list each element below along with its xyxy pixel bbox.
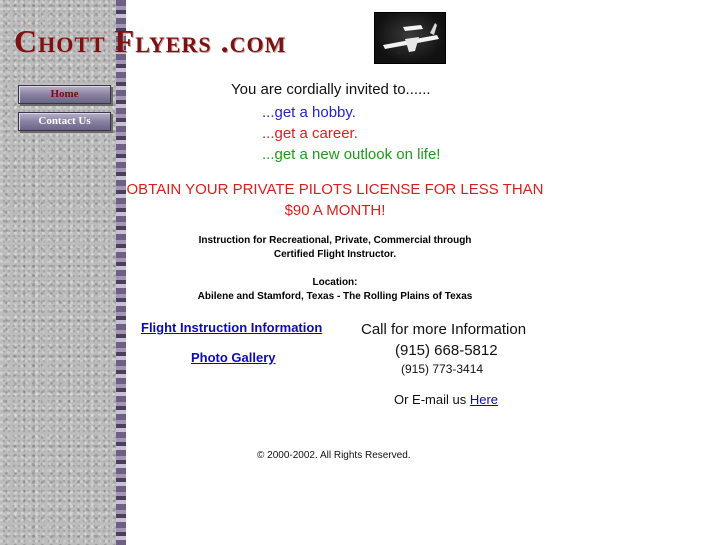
sidebar bbox=[0, 0, 122, 545]
outlook-line: ...get a new outlook on life! bbox=[262, 146, 441, 163]
copyright: © 2000-2002. All Rights Reserved. bbox=[257, 450, 411, 461]
phone-primary: (915) 668-5812 bbox=[395, 342, 498, 359]
nav-contact-button[interactable]: Contact Us bbox=[18, 112, 111, 131]
call-text: Call for more Information bbox=[361, 321, 527, 338]
location-text: Abilene and Stamford, Texas - The Rollin… bbox=[197, 291, 473, 302]
email-prefix: Or E-mail us bbox=[394, 392, 470, 407]
career-line: ...get a career. bbox=[262, 125, 358, 142]
instruction-line-1: Instruction for Recreational, Private, C… bbox=[198, 235, 472, 246]
phone-secondary: (915) 773-3414 bbox=[401, 362, 484, 376]
hobby-line: ...get a hobby. bbox=[262, 104, 356, 121]
instruction-line-2: Certified Flight Instructor. bbox=[273, 249, 397, 260]
invite-text: You are cordially invited to...... bbox=[231, 81, 431, 98]
sidebar-border bbox=[116, 0, 127, 545]
headline-line-1: OBTAIN YOUR PRIVATE PILOTS LICENSE FOR L… bbox=[126, 181, 544, 198]
site-logo: Chott Flyers .com bbox=[14, 23, 287, 59]
location-label: Location: bbox=[312, 277, 358, 288]
email-here-link[interactable]: Here bbox=[470, 392, 498, 407]
nav-home-button[interactable]: Home bbox=[18, 85, 111, 104]
airplane-photo-icon bbox=[374, 12, 446, 64]
email-line: Or E-mail us Here bbox=[394, 392, 498, 407]
photo-gallery-link[interactable]: Photo Gallery bbox=[191, 350, 276, 365]
flight-instruction-link[interactable]: Flight Instruction Information bbox=[141, 320, 322, 335]
headline-line-2: $90 A MONTH! bbox=[284, 202, 386, 219]
